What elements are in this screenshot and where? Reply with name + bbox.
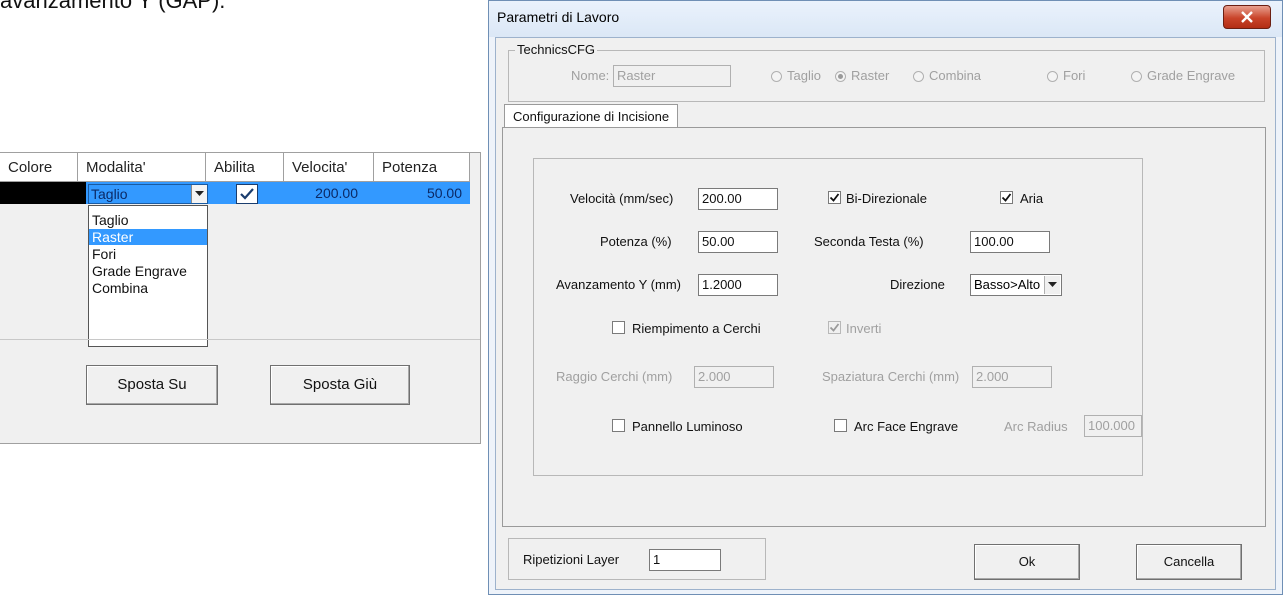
document-text: avanzamento Y (GAP). — [0, 0, 226, 13]
circle-radius-field[interactable]: 2.000 — [694, 366, 774, 388]
speed-label: Velocità (mm/sec) — [570, 191, 674, 206]
radio-fori[interactable] — [1047, 71, 1058, 82]
direction-label: Direzione — [890, 277, 945, 292]
column-header-color[interactable]: Colore — [0, 153, 78, 181]
dropdown-option-combina[interactable]: Combina — [89, 280, 207, 296]
technics-group: TechnicsCFG Nome: Raster Taglio Raster C… — [508, 42, 1265, 102]
dropdown-option-grade-engrave[interactable]: Grade Engrave — [89, 263, 207, 279]
direction-select-value: Basso>Alto — [974, 277, 1041, 292]
power-label: Potenza (%) — [600, 234, 672, 249]
checkmark-icon — [829, 193, 840, 202]
radio-combina[interactable] — [913, 71, 924, 82]
dialog-client-area: TechnicsCFG Nome: Raster Taglio Raster C… — [495, 37, 1276, 590]
arc-radius-label: Arc Radius — [1004, 419, 1068, 434]
cancel-button[interactable]: Cancella — [1136, 544, 1242, 580]
radio-combina-label: Combina — [929, 68, 982, 83]
bidirectional-label: Bi-Direzionale — [846, 191, 927, 206]
tab-page: Velocità (mm/sec) 200.00 Bi-Direzionale … — [502, 127, 1266, 527]
checkmark-icon — [1001, 193, 1012, 202]
radio-grade-engrave-label: Grade Engrave — [1147, 68, 1236, 83]
tab-configurazione-incisione[interactable]: Configurazione di Incisione — [504, 104, 679, 129]
speed-cell[interactable]: 200.00 — [290, 182, 358, 204]
radio-grade-engrave[interactable] — [1131, 71, 1142, 82]
second-head-label: Seconda Testa (%) — [814, 234, 924, 249]
air-checkbox[interactable] — [1000, 191, 1013, 204]
feed-y-field[interactable]: 1.2000 — [698, 274, 778, 296]
close-button[interactable] — [1223, 5, 1271, 29]
parametri-dialog: Parametri di Lavoro TechnicsCFG Nome: Ra… — [488, 0, 1283, 595]
arc-face-label: Arc Face Engrave — [854, 419, 959, 434]
table-row[interactable]: Taglio 200.00 50.00 — [0, 182, 470, 204]
invert-label: Inverti — [846, 321, 882, 336]
column-header-enable[interactable]: Abilita — [206, 153, 284, 181]
column-header-mode[interactable]: Modalita' — [78, 153, 206, 181]
title-bar[interactable]: Parametri di Lavoro — [489, 1, 1282, 37]
speed-field[interactable]: 200.00 — [698, 188, 778, 210]
close-icon — [1241, 11, 1253, 23]
engrave-settings-group: Velocità (mm/sec) 200.00 Bi-Direzionale … — [533, 158, 1143, 476]
circle-fill-checkbox[interactable] — [612, 321, 625, 334]
move-down-button[interactable]: Sposta Giù — [270, 365, 410, 405]
technics-group-title: TechnicsCFG — [515, 42, 598, 57]
name-label: Nome: — [571, 68, 610, 83]
dropdown-option-raster[interactable]: Raster — [89, 229, 207, 245]
repeat-group: Ripetizioni Layer 1 — [508, 538, 766, 580]
column-header-speed[interactable]: Velocita' — [284, 153, 374, 181]
mode-combobox-value: Taglio — [91, 186, 128, 202]
radio-taglio-label: Taglio — [787, 68, 821, 83]
dialog-title: Parametri di Lavoro — [497, 9, 620, 25]
repeat-label: Ripetizioni Layer — [523, 552, 620, 567]
light-panel-checkbox[interactable] — [612, 419, 625, 432]
circle-spacing-label: Spaziatura Cerchi (mm) — [822, 369, 960, 384]
circle-spacing-field[interactable]: 2.000 — [972, 366, 1052, 388]
feed-y-label: Avanzamento Y (mm) — [556, 277, 681, 292]
checkmark-icon — [829, 323, 840, 332]
second-head-field[interactable]: 100.00 — [970, 231, 1050, 253]
radio-taglio[interactable] — [771, 71, 782, 82]
radio-raster[interactable] — [835, 71, 846, 82]
repeat-field[interactable]: 1 — [649, 549, 721, 571]
grid-header: Colore Modalita' Abilita Velocita' Poten… — [0, 153, 470, 182]
chevron-down-icon[interactable] — [1044, 276, 1060, 294]
arc-radius-field[interactable]: 100.000 — [1084, 415, 1142, 437]
invert-checkbox[interactable] — [828, 321, 841, 334]
dropdown-option-fori[interactable]: Fori — [89, 246, 207, 262]
name-field[interactable]: Raster — [613, 65, 731, 87]
chevron-down-icon[interactable] — [191, 185, 207, 203]
mode-combobox[interactable]: Taglio — [88, 184, 208, 204]
circle-radius-label: Raggio Cerchi (mm) — [556, 369, 673, 384]
circle-fill-label: Riempimento a Cerchi — [632, 321, 761, 336]
power-field[interactable]: 50.00 — [698, 231, 778, 253]
divider — [0, 339, 480, 340]
arc-face-checkbox[interactable] — [834, 419, 847, 432]
radio-fori-label: Fori — [1063, 68, 1086, 83]
layer-color-swatch[interactable] — [0, 182, 86, 204]
direction-select[interactable]: Basso>Alto — [970, 274, 1062, 296]
move-up-button[interactable]: Sposta Su — [86, 365, 218, 405]
dropdown-option-taglio[interactable]: Taglio — [89, 212, 207, 228]
power-cell[interactable]: 50.00 — [380, 182, 462, 204]
enable-checkbox[interactable] — [236, 184, 258, 204]
bidirectional-checkbox[interactable] — [828, 191, 841, 204]
ok-button[interactable]: Ok — [974, 544, 1080, 580]
layer-grid-panel: Colore Modalita' Abilita Velocita' Poten… — [0, 152, 481, 444]
air-label: Aria — [1020, 191, 1044, 206]
radio-raster-label: Raster — [851, 68, 890, 83]
mode-dropdown-list: Taglio Raster Fori Grade Engrave Combina — [88, 205, 208, 347]
column-header-power[interactable]: Potenza — [374, 153, 470, 181]
checkmark-icon — [240, 188, 254, 200]
light-panel-label: Pannello Luminoso — [632, 419, 743, 434]
